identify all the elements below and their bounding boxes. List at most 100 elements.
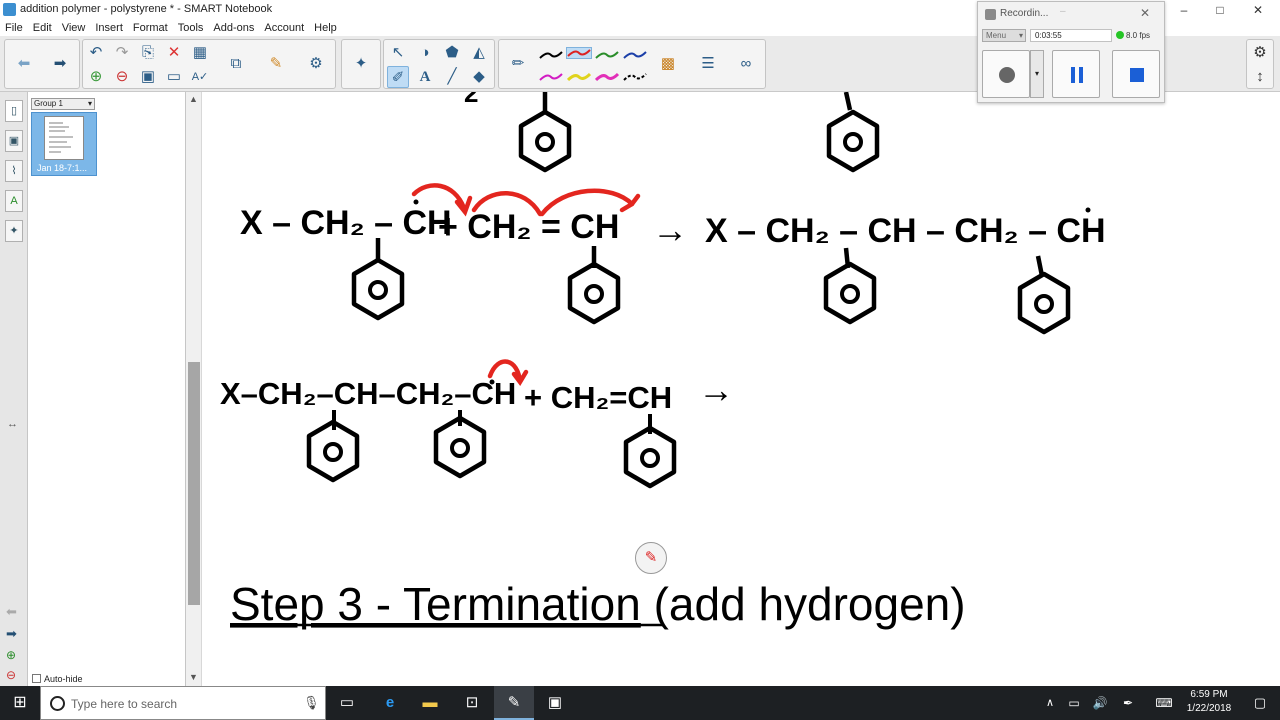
spell-check-icon[interactable]: A✓ bbox=[189, 66, 211, 88]
select-arrow-icon[interactable]: ↖ bbox=[387, 42, 409, 64]
next-page-icon[interactable]: ➡ bbox=[49, 53, 71, 75]
menu-add-ons[interactable]: Add-ons bbox=[208, 20, 259, 36]
eq1-product-text: X – CH₂ – CH – CH₂ – CH bbox=[705, 212, 1106, 250]
recorder-menu-select[interactable]: Menu ▾ bbox=[982, 29, 1026, 42]
menu-account[interactable]: Account bbox=[259, 20, 309, 36]
benzene-ring-icon bbox=[570, 264, 618, 322]
fill-icon[interactable]: ◭ bbox=[468, 42, 490, 64]
task-view-icon[interactable]: ▭ bbox=[327, 686, 367, 720]
side-tabs: ▯ ▣ ⌇ A ✦ ↔ ⬅ ➡ ⊕ ⊖ bbox=[0, 92, 28, 686]
record-button[interactable] bbox=[982, 50, 1030, 98]
windows-start-icon[interactable]: ⊞ bbox=[0, 686, 40, 720]
save-icon[interactable]: ▣ bbox=[137, 66, 159, 88]
menu-file[interactable]: File bbox=[0, 20, 28, 36]
step3-heading: Step 3 - Termination (add hydrogen) bbox=[230, 578, 966, 630]
eq2-reactant-text: + CH₂=CH bbox=[524, 380, 672, 415]
record-options-dropdown[interactable]: ▾ bbox=[1030, 50, 1044, 98]
eraser-icon[interactable]: ◆ bbox=[468, 66, 490, 88]
microphone-icon[interactable]: 🎙 bbox=[303, 695, 320, 711]
pen-dashed-icon[interactable] bbox=[623, 72, 647, 82]
scroll-thumb[interactable] bbox=[188, 362, 200, 605]
pen-tool-floating-icon[interactable]: ✎ bbox=[635, 542, 667, 574]
effects-icon[interactable]: ∞ bbox=[735, 53, 757, 75]
menu-format[interactable]: Format bbox=[128, 20, 173, 36]
pen-blue-icon[interactable] bbox=[623, 50, 647, 60]
pause-button[interactable] bbox=[1052, 50, 1100, 98]
menu-view[interactable]: View bbox=[57, 20, 91, 36]
paste-icon[interactable]: ⎘ bbox=[137, 42, 159, 64]
color-palette-icon[interactable]: ▩ bbox=[657, 53, 679, 75]
store-icon[interactable]: ⊡ bbox=[452, 686, 492, 720]
gallery-tab-icon[interactable]: ▣ bbox=[5, 130, 23, 152]
close-button[interactable]: ✕ bbox=[1240, 0, 1276, 20]
text-icon[interactable]: A bbox=[414, 66, 436, 88]
pen-properties-icon[interactable]: ✏ bbox=[507, 53, 529, 75]
properties-tab-icon[interactable]: A bbox=[5, 190, 23, 212]
menu-help[interactable]: Help bbox=[309, 20, 342, 36]
minimize-button[interactable]: – bbox=[1166, 0, 1202, 20]
pen-magenta-icon[interactable] bbox=[539, 72, 563, 82]
chevron-down-icon: ▾ bbox=[87, 99, 92, 108]
pen-pink-icon[interactable] bbox=[595, 72, 619, 82]
resize-handle-icon[interactable]: ↔ bbox=[7, 418, 18, 430]
bond-line bbox=[843, 92, 853, 111]
sorter-forward-icon[interactable]: ➡ bbox=[6, 626, 17, 642]
eq2-arrow: → bbox=[698, 369, 734, 410]
smart-notebook-taskbar-icon[interactable]: ✎ bbox=[494, 686, 534, 720]
pen-workspace-icon[interactable]: ✒ bbox=[1108, 686, 1148, 720]
screen-shade-icon[interactable]: ▭ bbox=[163, 66, 185, 88]
sorter-delete-page-icon[interactable]: ⊖ bbox=[6, 668, 16, 682]
line-style-icon[interactable]: ☰ bbox=[697, 53, 719, 75]
cortana-icon bbox=[50, 696, 65, 711]
action-center-icon[interactable]: ▢ bbox=[1240, 686, 1280, 720]
taskbar-clock[interactable]: 6:59 PM 1/22/2018 bbox=[1176, 688, 1242, 716]
addons-tab-icon[interactable]: ✦ bbox=[5, 220, 23, 242]
undo-icon[interactable]: ↶ bbox=[85, 42, 107, 64]
group-select[interactable]: Group 1 ▾ bbox=[31, 98, 95, 110]
whiteboard-canvas[interactable]: 2 X – CH₂ – CH + CH₂ = CH → X – CH₂ – CH… bbox=[202, 92, 1280, 686]
shapes-icon[interactable]: ◑ bbox=[414, 42, 436, 64]
taskbar-search-box[interactable]: Type here to search 🎙 bbox=[40, 686, 326, 720]
page-thumbnail[interactable]: Jan 18-7:1... bbox=[31, 112, 97, 176]
scroll-up-icon[interactable]: ▲ bbox=[189, 94, 198, 104]
file-explorer-icon[interactable]: ▬ bbox=[410, 686, 450, 720]
pen-green-icon[interactable] bbox=[595, 50, 619, 60]
recorder-close-icon[interactable]: ✕ bbox=[1140, 6, 1150, 20]
attachments-tab-icon[interactable]: ⌇ bbox=[5, 160, 23, 182]
activity-builder-icon[interactable]: ✎ bbox=[265, 53, 287, 75]
polygon-icon[interactable]: ⬟ bbox=[441, 42, 463, 64]
edge-browser-icon[interactable]: e bbox=[370, 686, 410, 720]
line-icon[interactable]: ╱ bbox=[441, 66, 463, 88]
auto-hide-checkbox[interactable]: Auto-hide bbox=[32, 674, 83, 684]
puzzle-icon[interactable]: ✦ bbox=[350, 53, 372, 75]
pen-black-icon[interactable] bbox=[539, 50, 563, 60]
display-screen-icon[interactable]: ⧉ bbox=[225, 53, 247, 75]
menu-edit[interactable]: Edit bbox=[28, 20, 57, 36]
clock-time: 6:59 PM bbox=[1190, 689, 1228, 700]
vertical-scrollbar[interactable]: ▲ ▼ bbox=[186, 92, 202, 686]
redo-icon[interactable]: ↷ bbox=[111, 42, 133, 64]
delete-page-icon[interactable]: ⊖ bbox=[111, 66, 133, 88]
gear-icon[interactable]: ⚙ bbox=[1249, 42, 1271, 64]
add-page-icon[interactable]: ⊕ bbox=[85, 66, 107, 88]
radical-dot bbox=[489, 379, 495, 385]
sorter-add-page-icon[interactable]: ⊕ bbox=[6, 648, 16, 662]
toolbar-move-icon[interactable]: ↕ bbox=[1249, 66, 1271, 88]
thumbnail-label: Jan 18-7:1... bbox=[37, 163, 88, 173]
recorder-minimize-icon[interactable]: – bbox=[1060, 6, 1066, 17]
pens-icon[interactable]: ✐ bbox=[387, 66, 409, 88]
menu-tools[interactable]: Tools bbox=[173, 20, 209, 36]
previous-page-icon[interactable]: ⬅ bbox=[13, 53, 35, 75]
scroll-down-icon[interactable]: ▼ bbox=[189, 672, 198, 682]
recorder-taskbar-icon[interactable]: ▣ bbox=[535, 686, 575, 720]
pen-red-icon[interactable] bbox=[566, 47, 592, 59]
sorter-back-icon[interactable]: ⬅ bbox=[6, 604, 17, 620]
table-icon[interactable]: ▦ bbox=[189, 42, 211, 64]
delete-icon[interactable]: ✕ bbox=[163, 42, 185, 64]
menu-insert[interactable]: Insert bbox=[90, 20, 128, 36]
pen-yellow-icon[interactable] bbox=[567, 72, 591, 82]
maximize-button[interactable]: □ bbox=[1202, 0, 1238, 20]
stop-button[interactable] bbox=[1112, 50, 1160, 98]
page-sorter-tab-icon[interactable]: ▯ bbox=[5, 100, 23, 122]
document-camera-icon[interactable]: ⚙ bbox=[305, 53, 327, 75]
